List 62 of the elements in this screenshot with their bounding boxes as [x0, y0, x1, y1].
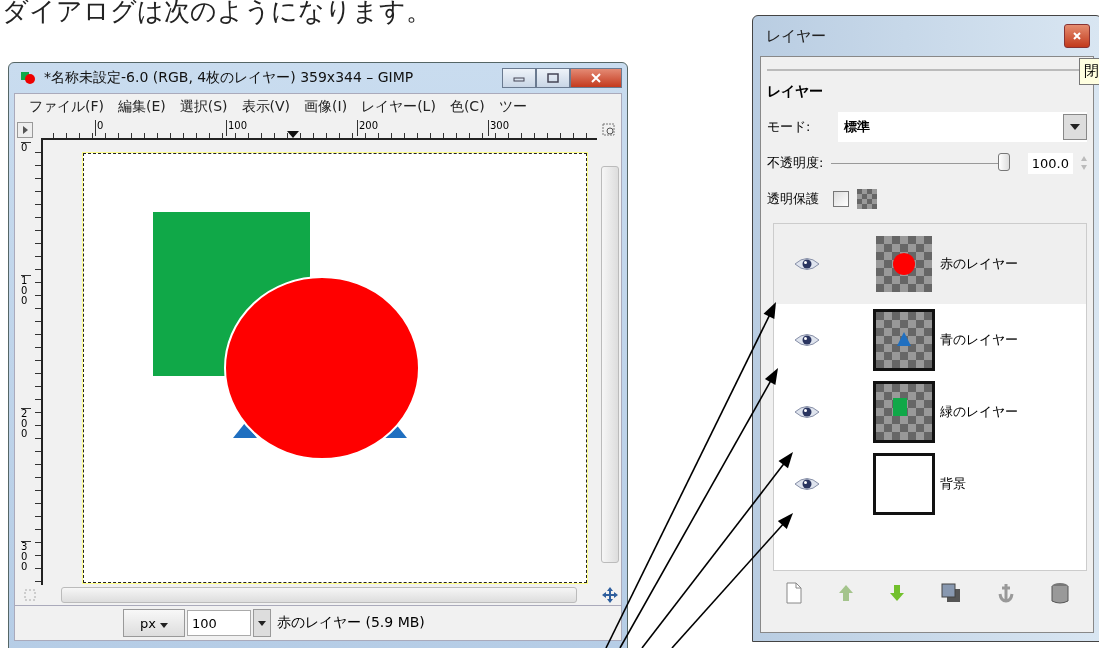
- ruler-label: 100: [226, 120, 248, 136]
- status-text: 赤のレイヤー (5.9 MB): [277, 614, 425, 632]
- panel-heading: レイヤー: [767, 83, 824, 101]
- layer-row[interactable]: 赤のレイヤー: [774, 224, 1086, 304]
- layer-row[interactable]: 背景: [774, 448, 1086, 520]
- close-icon: [1072, 31, 1082, 41]
- checkbox[interactable]: [833, 191, 849, 207]
- layer-row[interactable]: 緑のレイヤー: [774, 376, 1086, 448]
- close-icon: [590, 73, 602, 83]
- tooltip: 閉: [1079, 58, 1099, 85]
- ruler-label: 0: [21, 142, 31, 153]
- zoom-dropdown-button[interactable]: [253, 609, 271, 637]
- eye-icon[interactable]: [794, 332, 820, 348]
- minimize-icon: [513, 74, 525, 82]
- ruler-label: 200: [21, 408, 31, 439]
- menu-item[interactable]: 画像(I): [304, 98, 348, 116]
- trash-icon[interactable]: [1051, 582, 1070, 604]
- caret-icon: [160, 622, 169, 628]
- horizontal-scrollbar[interactable]: [61, 587, 577, 603]
- close-button[interactable]: [1064, 24, 1090, 48]
- new-page-icon[interactable]: [784, 582, 803, 604]
- lock-label: 透明保護: [767, 190, 819, 208]
- play-icon: [20, 125, 30, 135]
- zoom-field[interactable]: 100: [187, 610, 251, 636]
- zoom-icon[interactable]: [601, 122, 617, 138]
- menu-item[interactable]: レイヤー(L): [361, 98, 436, 116]
- pointer-marker: [287, 131, 299, 138]
- menu-item[interactable]: ファイル(F): [29, 98, 104, 116]
- menu-arrow-button[interactable]: [17, 122, 33, 138]
- ruler-label: 300: [21, 541, 31, 572]
- eye-icon[interactable]: [794, 256, 820, 272]
- maximize-button[interactable]: [536, 68, 570, 88]
- layer-row[interactable]: 青のレイヤー: [774, 304, 1086, 376]
- checker-icon: [857, 189, 877, 209]
- menu-item[interactable]: 編集(E): [118, 98, 166, 116]
- close-button[interactable]: [570, 68, 622, 88]
- window-title: *名称未設定-6.0 (RGB, 4枚のレイヤー) 359x344 – GIMP: [44, 69, 414, 87]
- vertical-scrollbar[interactable]: [601, 166, 619, 563]
- mode-dropdown[interactable]: 標準: [838, 112, 1087, 142]
- menu-item[interactable]: 表示(V): [241, 98, 291, 116]
- caret-icon: [1070, 124, 1080, 130]
- move-icon[interactable]: [601, 586, 619, 604]
- slider-thumb[interactable]: [997, 153, 1010, 171]
- app-icon: [20, 71, 36, 85]
- ruler-label: 300: [488, 120, 510, 136]
- ruler-label: 200: [357, 120, 379, 136]
- caret-icon: [258, 620, 266, 626]
- window-title: レイヤー: [765, 26, 826, 46]
- mode-label: モード:: [767, 118, 811, 136]
- minimize-button[interactable]: [502, 68, 536, 88]
- duplicate-icon[interactable]: [940, 583, 961, 603]
- unit-dropdown[interactable]: px: [123, 609, 185, 637]
- maximize-icon: [547, 73, 559, 83]
- eye-icon[interactable]: [794, 476, 820, 492]
- menu-item[interactable]: ツー: [498, 98, 527, 116]
- opacity-label: 不透明度:: [767, 154, 824, 172]
- menu-item[interactable]: 選択(S): [179, 98, 228, 116]
- ruler-label: 100: [21, 275, 31, 306]
- menu-item[interactable]: 色(C): [449, 98, 485, 116]
- eye-icon[interactable]: [794, 404, 820, 420]
- opacity-field[interactable]: 100.0: [1027, 152, 1073, 174]
- ruler-label: 0: [95, 120, 104, 136]
